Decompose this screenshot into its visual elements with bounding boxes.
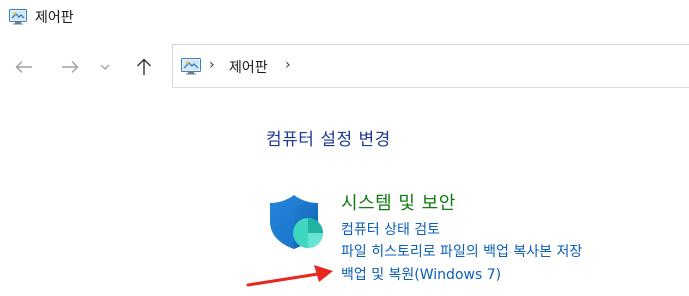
control-panel-icon: [9, 9, 27, 25]
chevron-down-icon: [100, 64, 110, 70]
control-panel-icon: [181, 58, 201, 75]
shield-icon[interactable]: [268, 193, 324, 251]
review-computer-status-link[interactable]: 컴퓨터 상태 검토: [341, 219, 440, 239]
page-title: 컴퓨터 설정 변경: [266, 130, 391, 150]
breadcrumb-control-panel[interactable]: 제어판: [229, 57, 268, 77]
file-history-backup-link[interactable]: 파일 히스토리로 파일의 백업 복사본 저장: [341, 241, 582, 261]
backup-restore-windows7-link[interactable]: 백업 및 복원(Windows 7): [341, 264, 501, 284]
up-button[interactable]: [129, 52, 159, 82]
window-title: 제어판: [35, 10, 74, 26]
title-bar: 제어판: [0, 0, 689, 34]
annotation-arrow-icon: [246, 265, 333, 287]
arrow-up-icon: [137, 58, 151, 75]
navigation-bar: › 제어판 ›: [0, 44, 689, 92]
address-bar[interactable]: › 제어판 ›: [172, 44, 689, 88]
breadcrumb-separator[interactable]: ›: [285, 57, 291, 73]
breadcrumb-separator[interactable]: ›: [209, 57, 215, 73]
arrow-left-icon: [15, 61, 32, 73]
forward-button[interactable]: [55, 52, 85, 82]
arrow-right-icon: [62, 61, 79, 73]
category-system-security-link[interactable]: 시스템 및 보안: [341, 189, 456, 215]
back-button[interactable]: [9, 52, 39, 82]
recent-locations-button[interactable]: [93, 52, 117, 82]
